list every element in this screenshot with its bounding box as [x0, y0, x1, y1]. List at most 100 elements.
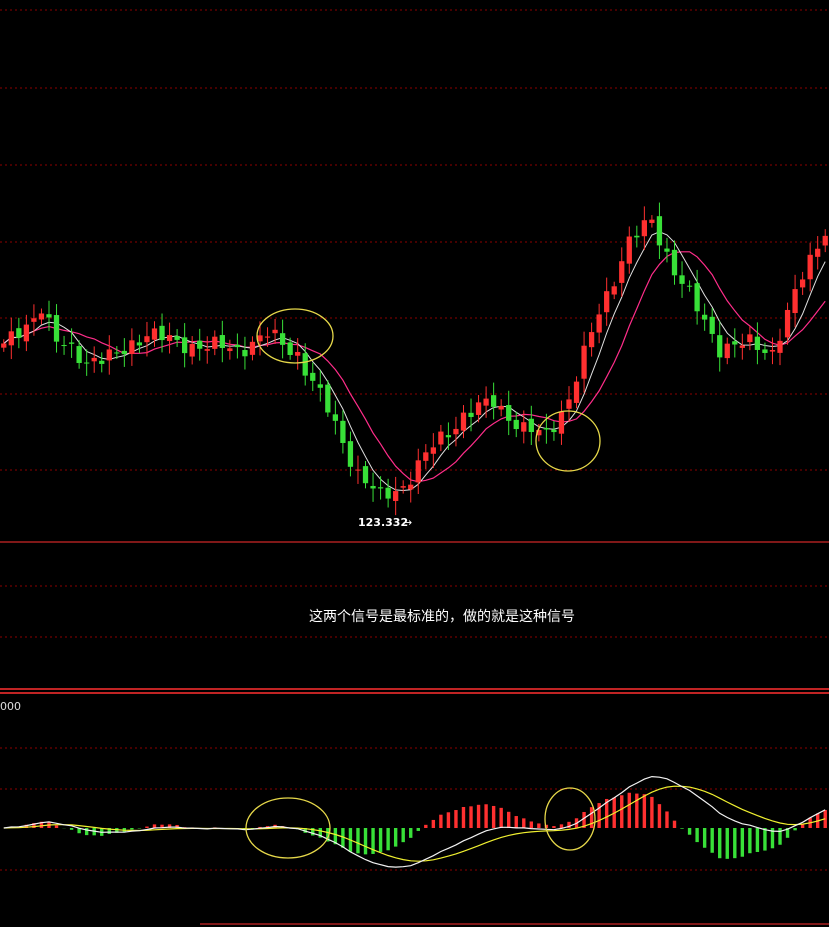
- candle-body: [31, 318, 37, 322]
- candle-body: [151, 328, 158, 340]
- candle-body: [649, 219, 655, 223]
- candle-body: [204, 349, 210, 351]
- candle-body: [38, 313, 45, 320]
- candle-body: [182, 337, 188, 354]
- candle-body: [362, 466, 369, 484]
- chart-canvas: 123.332 → 这两个信号是最标准的，做的就是这种信号 000: [0, 0, 829, 927]
- candle-body: [129, 340, 135, 354]
- candle-body: [227, 348, 233, 352]
- macd-scale-label: 000: [0, 700, 21, 713]
- candle-body: [694, 283, 700, 312]
- candle-body: [393, 491, 399, 501]
- candle-body: [671, 249, 678, 276]
- candle-body: [762, 349, 768, 353]
- candle-body: [430, 447, 436, 454]
- candle-body: [747, 334, 753, 343]
- candle-body: [385, 487, 391, 499]
- candle-body: [739, 345, 745, 348]
- candle-body: [317, 384, 323, 388]
- annotation-text: 这两个信号是最标准的，做的就是这种信号: [309, 608, 575, 625]
- candle-body: [777, 340, 783, 353]
- candle-body: [604, 291, 610, 313]
- candle-body: [144, 336, 150, 343]
- candle-body: [264, 336, 271, 338]
- candle-body: [709, 316, 715, 334]
- candle-body: [166, 335, 173, 342]
- low-price-label: 123.332: [358, 516, 408, 529]
- candle-body: [91, 357, 97, 362]
- candle-body: [1, 343, 7, 348]
- candle-body: [438, 431, 444, 445]
- candle-body: [212, 336, 218, 349]
- candle-body: [84, 362, 90, 364]
- candle-body: [656, 216, 663, 246]
- candle-body: [106, 349, 112, 361]
- candle-body: [347, 441, 354, 467]
- candle-body: [370, 485, 376, 489]
- candle-body: [724, 343, 730, 359]
- candle-body: [295, 351, 301, 356]
- candle-body: [611, 286, 617, 295]
- candle-body: [543, 427, 550, 430]
- candle-body: [445, 435, 452, 438]
- candle-body: [99, 360, 105, 364]
- candle-body: [400, 486, 406, 488]
- candle-body: [279, 333, 286, 345]
- candle-body: [302, 353, 308, 376]
- candle-body: [453, 428, 459, 435]
- candle-body: [784, 309, 791, 338]
- candle-body: [23, 324, 30, 342]
- candle-body: [16, 328, 22, 338]
- low-price-arrow: →: [403, 516, 412, 529]
- candle-body: [596, 314, 602, 333]
- candle-body: [634, 235, 640, 238]
- candle-body: [799, 279, 806, 288]
- candle-body: [287, 342, 293, 355]
- candle-body: [219, 335, 225, 349]
- candle-body: [415, 460, 421, 483]
- candle-body: [686, 285, 693, 287]
- candle-body: [551, 429, 557, 433]
- candle-body: [76, 346, 82, 364]
- candle-body: [566, 399, 572, 409]
- candle-body: [513, 419, 519, 430]
- candle-body: [521, 422, 527, 432]
- candle-body: [754, 336, 761, 350]
- candle-body: [46, 314, 52, 318]
- candle-body: [340, 420, 346, 443]
- candle-body: [257, 335, 263, 342]
- candle-body: [641, 220, 647, 237]
- candle-body: [822, 235, 828, 246]
- candle-body: [792, 289, 798, 314]
- candle-body: [325, 384, 331, 413]
- candle-body: [234, 344, 241, 348]
- candle-body: [423, 452, 429, 461]
- candle-body: [702, 314, 708, 320]
- candle-body: [114, 352, 120, 354]
- candle-body: [68, 342, 75, 344]
- candle-body: [769, 350, 776, 352]
- candle-body: [408, 484, 414, 490]
- candle-body: [558, 411, 565, 434]
- candle-body: [468, 412, 474, 417]
- candle-body: [332, 414, 339, 421]
- candle-body: [310, 372, 316, 381]
- candle-body: [8, 331, 14, 346]
- candle-body: [528, 418, 534, 433]
- candle-body: [498, 406, 504, 410]
- candle-body: [664, 248, 670, 252]
- candle-body: [174, 336, 180, 340]
- candle-body: [189, 343, 195, 357]
- candle-body: [506, 405, 512, 421]
- candle-body: [61, 345, 67, 347]
- candle-body: [588, 332, 595, 348]
- candle-body: [490, 395, 497, 407]
- candle-body: [355, 469, 361, 471]
- candle-body: [159, 325, 165, 341]
- candle-body: [815, 248, 821, 257]
- candle-body: [136, 342, 143, 346]
- chart-background: [0, 0, 829, 927]
- candle-body: [475, 402, 482, 415]
- candle-body: [377, 487, 384, 489]
- candle-body: [121, 350, 127, 355]
